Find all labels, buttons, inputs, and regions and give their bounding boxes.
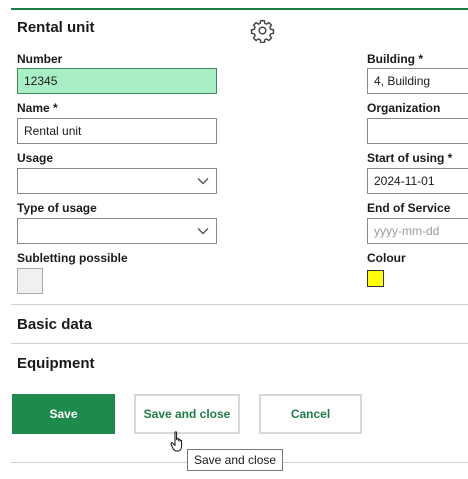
save-and-close-button[interactable]: Save and close: [134, 394, 240, 434]
colour-swatch[interactable]: [367, 270, 384, 287]
subletting-checkbox[interactable]: [17, 268, 43, 294]
usage-select[interactable]: [17, 168, 217, 194]
usage-label: Usage: [17, 151, 54, 165]
start-of-using-label: Start of using *: [367, 151, 453, 165]
cancel-button[interactable]: Cancel: [259, 394, 362, 434]
end-of-service-field[interactable]: yyyy-mm-dd: [367, 218, 468, 244]
type-of-usage-label: Type of usage: [17, 201, 97, 215]
end-of-service-label: End of Service: [367, 201, 451, 215]
organization-field[interactable]: [367, 118, 468, 144]
name-label: Name *: [17, 101, 58, 115]
subletting-label: Subletting possible: [17, 251, 128, 265]
top-accent-rule: [11, 8, 468, 10]
equipment-section-header[interactable]: Equipment: [17, 355, 95, 372]
chevron-down-icon: [197, 228, 209, 235]
basic-data-section-header[interactable]: Basic data: [17, 316, 92, 333]
divider: [11, 343, 468, 344]
chevron-down-icon: [197, 178, 209, 185]
name-field[interactable]: Rental unit: [17, 118, 217, 144]
type-of-usage-select[interactable]: [17, 218, 217, 244]
number-field[interactable]: 12345: [17, 68, 217, 94]
colour-label: Colour: [367, 251, 406, 265]
divider: [11, 304, 468, 305]
start-of-using-field[interactable]: 2024-11-01: [367, 168, 468, 194]
building-field[interactable]: 4, Building: [367, 68, 468, 94]
save-button[interactable]: Save: [12, 394, 115, 434]
building-label: Building *: [367, 52, 423, 66]
rental-unit-form: Rental unit Number 12345 Name * Rental u…: [0, 0, 468, 479]
organization-label: Organization: [367, 101, 441, 115]
number-label: Number: [17, 52, 63, 66]
save-and-close-tooltip: Save and close: [187, 449, 284, 471]
gear-icon[interactable]: [250, 18, 275, 44]
hand-cursor-icon: [170, 431, 183, 452]
section-title: Rental unit: [17, 19, 95, 36]
